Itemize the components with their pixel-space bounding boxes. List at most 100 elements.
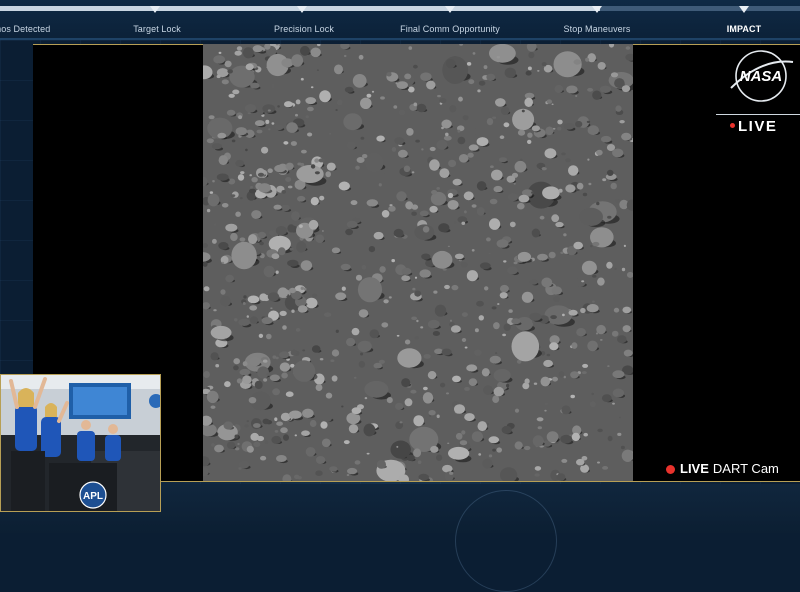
rock [218, 155, 228, 166]
live-badge: LIVE [716, 114, 800, 136]
rock [513, 182, 516, 185]
rock [214, 444, 224, 453]
rock [235, 211, 241, 217]
decorative-reticle [455, 490, 557, 592]
rock [511, 331, 540, 362]
rock [491, 169, 503, 181]
rock [576, 182, 584, 190]
rock [596, 201, 600, 206]
rock [373, 231, 384, 240]
rock [611, 330, 619, 337]
rock [261, 146, 269, 154]
rock [211, 143, 222, 150]
rock [493, 185, 503, 193]
rock [568, 165, 579, 176]
rock [458, 154, 469, 163]
rock [486, 73, 496, 81]
rock [357, 340, 372, 353]
rock [570, 371, 579, 379]
rock [301, 430, 310, 437]
rock [236, 378, 243, 384]
rock [310, 197, 319, 206]
rock [401, 378, 411, 388]
rock [488, 436, 500, 444]
feed-live-text: LIVE [680, 461, 709, 476]
rock [297, 305, 308, 313]
rock [261, 317, 273, 325]
rock [274, 417, 278, 422]
rock [607, 365, 610, 367]
rock [247, 295, 260, 304]
rock [531, 125, 540, 132]
rock [215, 364, 220, 368]
rock [272, 388, 280, 396]
rock [343, 440, 350, 445]
rock [575, 120, 583, 128]
rock [489, 355, 501, 364]
rock [287, 185, 293, 189]
rock [478, 453, 482, 456]
rock [416, 319, 419, 323]
rock [486, 237, 491, 242]
rock [524, 445, 531, 451]
rock [478, 80, 486, 86]
rock [288, 410, 302, 419]
rock [447, 442, 450, 444]
rock [495, 98, 506, 107]
rock [514, 160, 527, 173]
rock [481, 368, 490, 377]
rock [483, 385, 493, 395]
rock [291, 309, 295, 313]
rock [474, 349, 482, 356]
rock [429, 146, 436, 152]
rock [476, 137, 489, 147]
timeline-label-precision-lock: Precision Lock [274, 24, 334, 34]
rock [517, 129, 526, 136]
rock [553, 296, 560, 302]
rock [468, 144, 479, 151]
rock [437, 94, 441, 98]
rock [235, 159, 245, 167]
rock [597, 461, 600, 464]
rock [541, 277, 553, 288]
rock [576, 328, 586, 337]
nasa-logo-text: NASA [740, 68, 783, 85]
rock [557, 126, 562, 131]
rock [546, 431, 559, 443]
rock [297, 162, 302, 166]
rock [534, 466, 542, 471]
rock [524, 97, 533, 107]
rock [458, 96, 463, 102]
rock [464, 413, 475, 422]
rock [396, 81, 408, 89]
rock [623, 349, 633, 357]
rock [242, 302, 246, 305]
rock [381, 210, 390, 218]
rock [436, 414, 440, 419]
rock [586, 395, 592, 401]
rock [534, 473, 540, 477]
rock [621, 267, 626, 272]
rock [364, 380, 389, 398]
rock [436, 454, 443, 462]
rock [286, 122, 298, 133]
rock [438, 223, 450, 233]
rock [491, 306, 497, 310]
rock [556, 473, 566, 481]
rock [380, 96, 385, 100]
rock [579, 207, 603, 226]
rock [563, 375, 566, 379]
rock [295, 99, 301, 105]
rock [539, 215, 545, 220]
rock [250, 82, 260, 89]
rock [544, 148, 557, 159]
rock [621, 132, 632, 141]
rock [580, 307, 586, 314]
rock [451, 284, 459, 291]
rock [249, 316, 259, 324]
rock [417, 460, 422, 465]
rock [218, 242, 229, 250]
rock [250, 185, 253, 189]
rock [271, 83, 275, 88]
rock [263, 265, 275, 278]
